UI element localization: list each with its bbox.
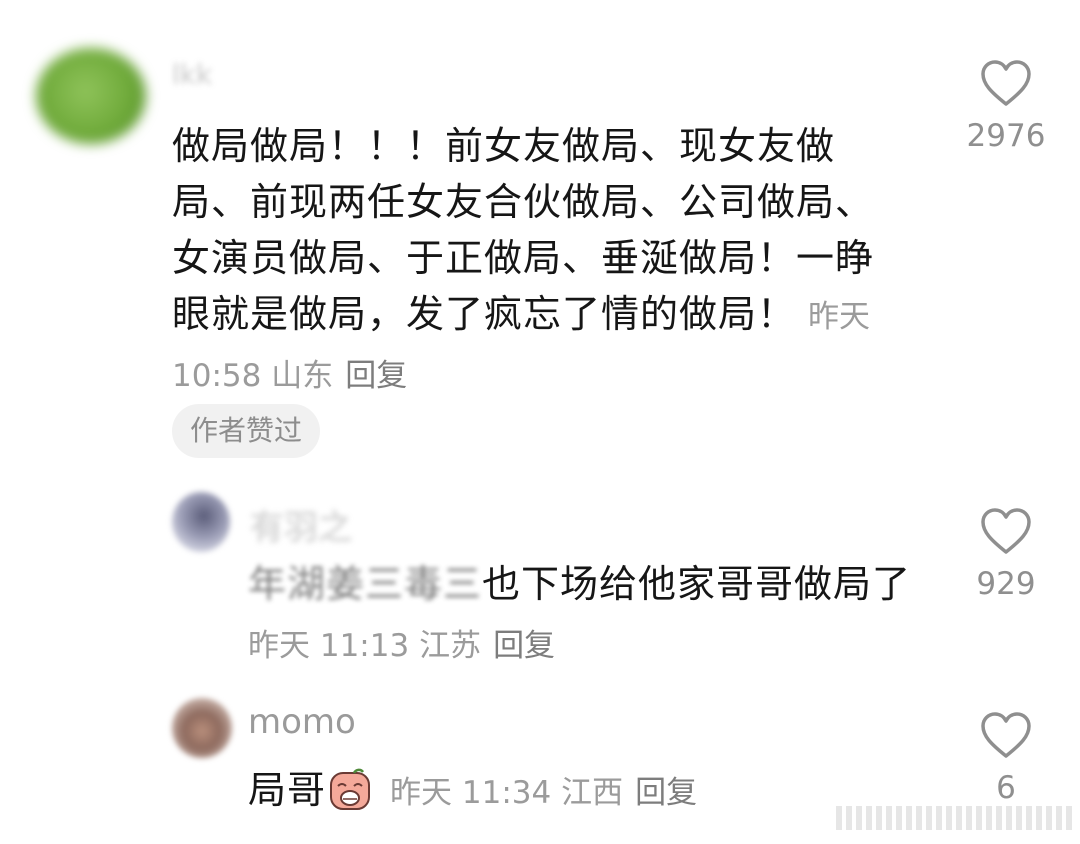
like-count: 929 (976, 566, 1036, 602)
comment-body: 做局做局！！！前女友做局、现女友做局、前现两任女友合伙做局、公司做局、女演员做局… (172, 118, 892, 404)
like-count: 6 (996, 770, 1016, 806)
avatar[interactable] (36, 48, 146, 144)
avatar[interactable] (172, 492, 230, 552)
reply-text-redacted: 年湖姜三毒三 (248, 562, 483, 606)
reply-author-name[interactable]: 有羽之 (250, 500, 352, 549)
crying-face-emoji-icon (330, 768, 371, 810)
reply-body: 年湖姜三毒三也下场给他家哥哥做局了昨天 11:13 江苏 回复 (248, 556, 928, 674)
reply-text: 局哥 (248, 768, 327, 812)
reply-author-name[interactable]: momo (248, 702, 356, 742)
reply-text: 也下场给他家哥哥做局了 (482, 562, 912, 606)
reply-location: 江西 (561, 775, 624, 811)
like-button[interactable]: 929 (956, 506, 1056, 602)
comment-author-name[interactable]: lkk (172, 58, 258, 98)
like-count: 2976 (966, 118, 1046, 154)
reply-time: 昨天 11:34 (390, 775, 552, 811)
author-liked-badge: 作者赞过 (172, 404, 321, 458)
reply-location: 江苏 (419, 628, 482, 664)
watermark (836, 806, 1072, 830)
reply-body: 局哥 昨天 11:34 江西 回复 (248, 762, 697, 821)
reply-meta: 昨天 11:34 江西 回复 (390, 775, 697, 811)
reply-time: 昨天 11:13 (248, 628, 410, 664)
avatar[interactable] (172, 698, 232, 758)
heart-icon (981, 508, 1031, 554)
reply-button[interactable]: 回复 (345, 358, 407, 394)
heart-icon (981, 712, 1031, 758)
reply-button[interactable]: 回复 (635, 775, 697, 811)
heart-icon (981, 60, 1031, 106)
comment-text: 做局做局！！！前女友做局、现女友做局、前现两任女友合伙做局、公司做局、女演员做局… (172, 124, 875, 336)
like-button[interactable]: 2976 (956, 58, 1056, 154)
reply-button[interactable]: 回复 (493, 628, 555, 664)
like-button[interactable]: 6 (956, 710, 1056, 806)
comment-location: 山东 (271, 358, 334, 394)
